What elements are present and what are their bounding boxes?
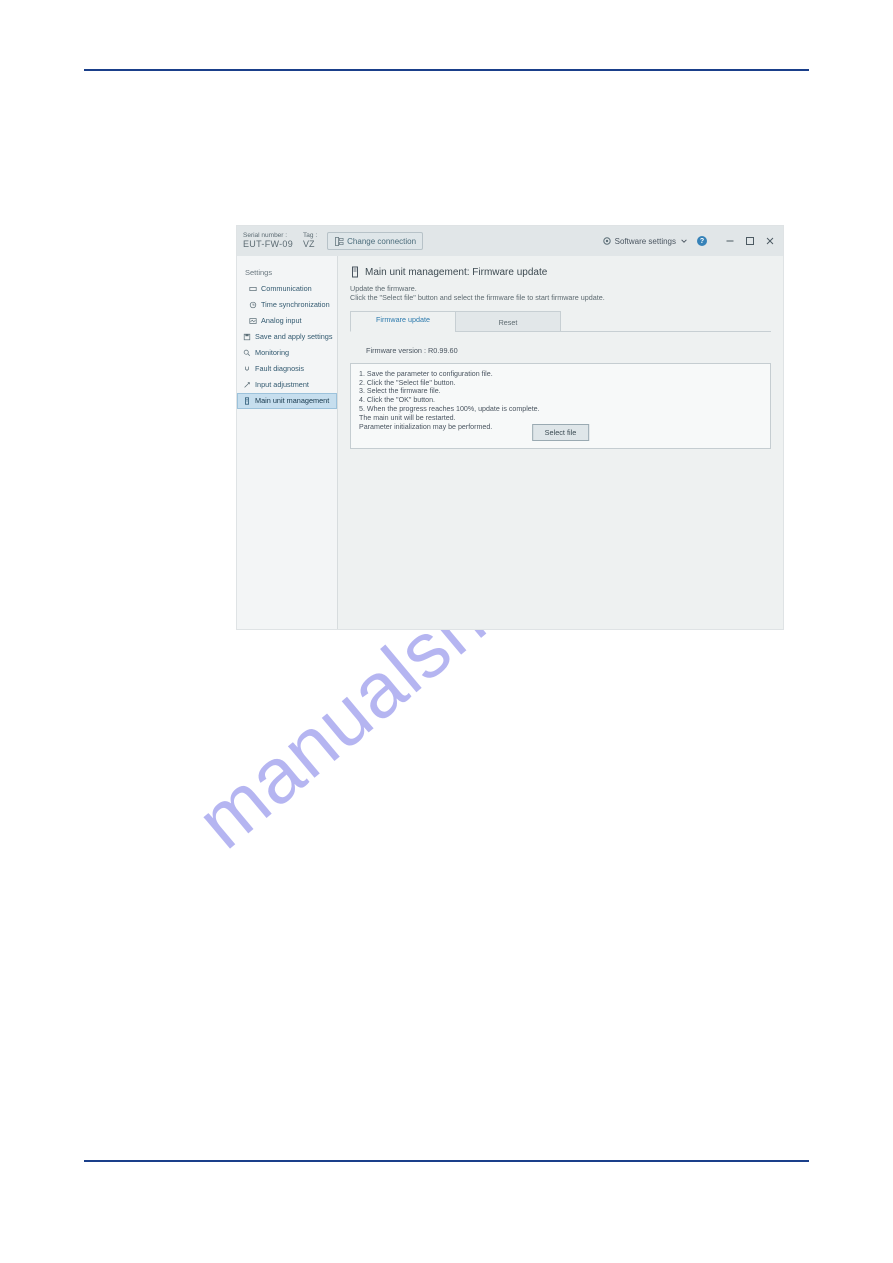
chevron-down-icon	[679, 236, 689, 246]
software-settings-button[interactable]: Software settings	[602, 236, 689, 246]
serial-number-value: EUT-FW-09	[243, 240, 293, 249]
tag-block: Tag : VZ	[303, 233, 317, 249]
sidebar-heading: Settings	[237, 264, 337, 281]
sidebar-item-monitoring[interactable]: Monitoring	[237, 345, 337, 361]
device-icon	[243, 397, 251, 405]
sidebar-item-label: Analog input	[261, 317, 302, 324]
clock-icon	[249, 301, 257, 309]
tab-reset[interactable]: Reset	[455, 311, 561, 332]
page-bottom-rule	[84, 1160, 809, 1162]
firmware-version-text: Firmware version : R0.99.60	[350, 332, 771, 363]
titlebar: Serial number : EUT-FW-09 Tag : VZ Chang…	[237, 226, 783, 256]
page-top-rule	[84, 69, 809, 71]
adjust-icon	[243, 381, 251, 389]
sidebar-item-main-unit-management[interactable]: Main unit management	[237, 393, 337, 409]
magnifier-icon	[243, 349, 251, 357]
maximize-button[interactable]	[743, 234, 757, 248]
change-connection-button[interactable]: Change connection	[327, 232, 423, 250]
sidebar-item-label: Main unit management	[255, 397, 329, 404]
sidebar-item-label: Save and apply settings	[255, 333, 332, 340]
sidebar-item-communication[interactable]: Communication	[237, 281, 337, 297]
change-connection-label: Change connection	[347, 237, 416, 246]
serial-number-block: Serial number : EUT-FW-09	[243, 233, 293, 249]
close-button[interactable]	[763, 234, 777, 248]
communication-icon	[249, 285, 257, 293]
save-icon	[243, 333, 251, 341]
sidebar-item-label: Fault diagnosis	[255, 365, 304, 372]
sidebar-item-time-sync[interactable]: Time synchronization	[237, 297, 337, 313]
page-title-text: Main unit management: Firmware update	[365, 267, 547, 278]
page-description-1: Update the firmware.	[350, 284, 771, 293]
page-title: Main unit management: Firmware update	[350, 266, 771, 278]
page-description-2: Click the "Select file" button and selec…	[350, 293, 771, 302]
sidebar-item-analog-input[interactable]: Analog input	[237, 313, 337, 329]
select-file-button[interactable]: Select file	[532, 424, 590, 441]
sidebar-item-save-apply[interactable]: Save and apply settings	[237, 329, 337, 345]
instruction-steps: 1. Save the parameter to configuration f…	[359, 370, 762, 432]
sidebar-item-label: Communication	[261, 285, 312, 292]
minimize-button[interactable]	[723, 234, 737, 248]
sidebar-item-label: Monitoring	[255, 349, 289, 356]
sidebar: Settings Communication Time synchronizat…	[237, 256, 338, 629]
sidebar-item-label: Time synchronization	[261, 301, 330, 308]
tab-bar: Firmware update Reset	[350, 311, 771, 332]
analog-input-icon	[249, 317, 257, 325]
main-panel: Main unit management: Firmware update Up…	[338, 256, 783, 629]
sidebar-item-label: Input adjustment	[255, 381, 309, 388]
sidebar-item-input-adjustment[interactable]: Input adjustment	[237, 377, 337, 393]
instruction-box: 1. Save the parameter to configuration f…	[350, 363, 771, 449]
device-icon	[350, 266, 360, 278]
help-icon[interactable]: ?	[697, 236, 707, 246]
tab-firmware-update[interactable]: Firmware update	[350, 311, 456, 332]
window-body: Settings Communication Time synchronizat…	[237, 256, 783, 629]
sidebar-item-fault-diagnosis[interactable]: Fault diagnosis	[237, 361, 337, 377]
connection-icon	[334, 236, 344, 246]
tag-value: VZ	[303, 240, 317, 249]
stethoscope-icon	[243, 365, 251, 373]
app-window: Serial number : EUT-FW-09 Tag : VZ Chang…	[237, 226, 783, 629]
gear-icon	[602, 236, 612, 246]
software-settings-label: Software settings	[615, 237, 676, 246]
